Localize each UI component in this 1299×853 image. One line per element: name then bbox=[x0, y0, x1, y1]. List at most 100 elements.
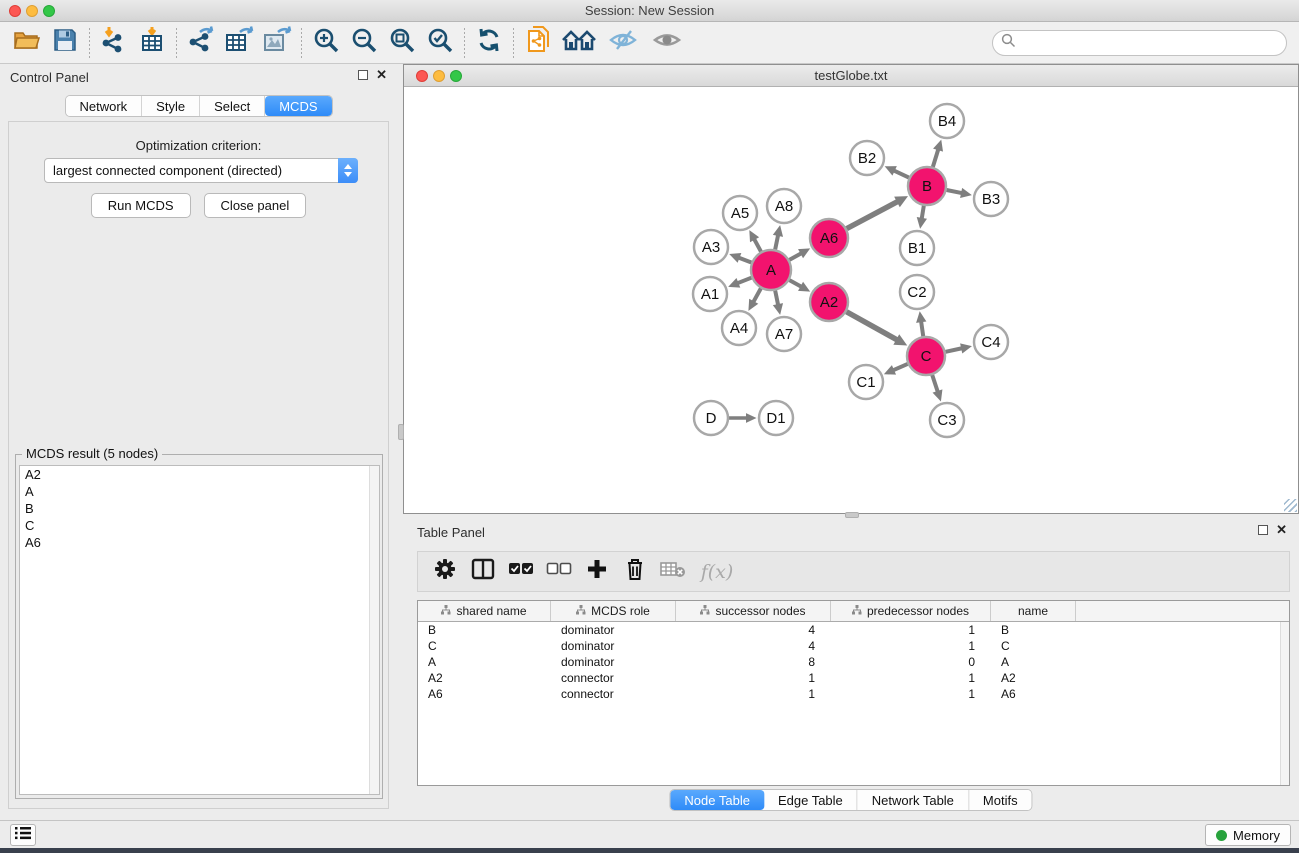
export-network-button[interactable] bbox=[182, 25, 220, 61]
show-column-button[interactable] bbox=[464, 554, 502, 590]
table-row[interactable]: A2connector11A2 bbox=[418, 670, 1289, 686]
mcds-result-list[interactable]: A2ABCA6 bbox=[19, 465, 380, 795]
run-mcds-button[interactable]: Run MCDS bbox=[91, 193, 191, 218]
graph-edge[interactable] bbox=[932, 375, 938, 393]
scrollbar-track[interactable] bbox=[1280, 622, 1289, 785]
optimization-criterion-label: Optimization criterion: bbox=[9, 138, 388, 153]
toolbar-search-box[interactable] bbox=[992, 30, 1287, 56]
hide-selected-button[interactable] bbox=[601, 25, 645, 61]
mcds-result-item[interactable]: A bbox=[20, 483, 379, 500]
graph-edge[interactable] bbox=[789, 253, 802, 260]
table-row[interactable]: A6connector11A6 bbox=[418, 686, 1289, 702]
graph-edge[interactable] bbox=[847, 201, 899, 229]
network-close-button[interactable] bbox=[416, 70, 428, 82]
network-canvas[interactable]: B4B2BB3A5A8A6B1A3AC2A1A2A4A7C4CC1C3DD1 bbox=[404, 87, 1298, 513]
function-builder-button[interactable]: f(x) bbox=[692, 554, 740, 590]
refresh-view-button[interactable] bbox=[470, 25, 508, 61]
import-table-button[interactable] bbox=[133, 25, 171, 61]
network-minimize-button[interactable] bbox=[433, 70, 445, 82]
edge-arrowhead bbox=[933, 389, 943, 401]
memory-button[interactable]: Memory bbox=[1205, 824, 1291, 846]
delete-column-button[interactable] bbox=[616, 554, 654, 590]
mcds-result-item[interactable]: C bbox=[20, 517, 379, 534]
show-panels-button[interactable] bbox=[10, 824, 36, 846]
graph-edge[interactable] bbox=[737, 278, 752, 284]
node-table[interactable]: shared nameMCDS rolesuccessor nodesprede… bbox=[417, 600, 1290, 786]
graph-edge[interactable] bbox=[775, 234, 778, 249]
first-neighbors-button[interactable] bbox=[557, 25, 601, 61]
vertical-splitter-handle[interactable] bbox=[398, 424, 404, 440]
tab-network-table[interactable]: Network Table bbox=[858, 790, 969, 810]
dropdown-stepper-icon bbox=[338, 158, 358, 183]
network-window-titlebar[interactable]: testGlobe.txt bbox=[404, 65, 1298, 87]
graph-edge[interactable] bbox=[738, 257, 752, 262]
column-header-successor-nodes[interactable]: successor nodes bbox=[676, 601, 831, 621]
mcds-result-item[interactable]: A6 bbox=[20, 534, 379, 551]
close-panel-icon[interactable]: ✕ bbox=[376, 70, 387, 80]
tab-motifs[interactable]: Motifs bbox=[969, 790, 1032, 810]
graph-edge[interactable] bbox=[933, 148, 939, 167]
save-session-button[interactable] bbox=[46, 25, 84, 61]
node-label-C2: C2 bbox=[907, 284, 926, 301]
graph-edge[interactable] bbox=[789, 280, 802, 287]
table-cell: 1 bbox=[831, 638, 991, 654]
table-row[interactable]: Cdominator41C bbox=[418, 638, 1289, 654]
minimize-window-button[interactable] bbox=[26, 5, 38, 17]
memory-label: Memory bbox=[1233, 828, 1280, 843]
mcds-result-item[interactable]: B bbox=[20, 500, 379, 517]
import-network-button[interactable] bbox=[95, 25, 133, 61]
table-settings-button[interactable] bbox=[426, 554, 464, 590]
column-header-mcds-role[interactable]: MCDS role bbox=[551, 601, 676, 621]
graph-edge[interactable] bbox=[922, 206, 924, 220]
graph-edge[interactable] bbox=[846, 312, 898, 341]
tab-node-table[interactable]: Node Table bbox=[670, 790, 764, 810]
delete-table-button[interactable] bbox=[654, 554, 692, 590]
tab-style[interactable]: Style bbox=[142, 96, 200, 116]
export-image-button[interactable] bbox=[258, 25, 296, 61]
table-row[interactable]: Adominator80A bbox=[418, 654, 1289, 670]
new-network-from-selection-button[interactable] bbox=[519, 25, 557, 61]
float-panel-icon[interactable] bbox=[358, 70, 368, 80]
deselect-all-rows-button[interactable] bbox=[540, 554, 578, 590]
tab-mcds[interactable]: MCDS bbox=[265, 96, 331, 116]
mcds-result-item[interactable]: A2 bbox=[20, 466, 379, 483]
graph-edge[interactable] bbox=[754, 238, 761, 252]
table-cell: connector bbox=[551, 686, 676, 702]
zoom-window-button[interactable] bbox=[43, 5, 55, 17]
close-panel-button[interactable]: Close panel bbox=[204, 193, 307, 218]
export-table-button[interactable] bbox=[220, 25, 258, 61]
zoom-in-button[interactable] bbox=[307, 25, 345, 61]
table-row[interactable]: Bdominator41B bbox=[418, 622, 1289, 638]
tab-network[interactable]: Network bbox=[65, 96, 142, 116]
edge-arrowhead bbox=[917, 217, 927, 229]
column-header-name[interactable]: name bbox=[991, 601, 1076, 621]
close-window-button[interactable] bbox=[9, 5, 21, 17]
zoom-selected-button[interactable] bbox=[421, 25, 459, 61]
graph-edge[interactable] bbox=[775, 291, 778, 306]
graph-edge[interactable] bbox=[946, 348, 964, 352]
optimization-criterion-dropdown[interactable]: largest connected component (directed) bbox=[44, 158, 358, 183]
column-header-shared-name[interactable]: shared name bbox=[418, 601, 551, 621]
graph-edge[interactable] bbox=[753, 288, 761, 303]
add-column-button[interactable] bbox=[578, 554, 616, 590]
graph-edge[interactable] bbox=[892, 364, 907, 371]
network-graph[interactable]: B4B2BB3A5A8A6B1A3AC2A1A2A4A7C4CC1C3DD1 bbox=[404, 87, 1298, 513]
zoom-fit-button[interactable] bbox=[383, 25, 421, 61]
scrollbar-track[interactable] bbox=[369, 466, 379, 794]
graph-edge[interactable] bbox=[893, 170, 909, 177]
search-input[interactable] bbox=[1020, 33, 1286, 53]
zoom-out-button[interactable] bbox=[345, 25, 383, 61]
float-panel-icon[interactable] bbox=[1258, 525, 1268, 535]
select-all-rows-button[interactable] bbox=[502, 554, 540, 590]
show-all-button[interactable] bbox=[645, 25, 689, 61]
graph-edge[interactable] bbox=[947, 190, 963, 193]
window-resize-grip[interactable] bbox=[1284, 499, 1297, 512]
column-header-predecessor-nodes[interactable]: predecessor nodes bbox=[831, 601, 991, 621]
network-zoom-button[interactable] bbox=[450, 70, 462, 82]
tab-select[interactable]: Select bbox=[200, 96, 265, 116]
open-session-button[interactable] bbox=[8, 25, 46, 61]
table-cell: B bbox=[991, 622, 1076, 638]
tab-edge-table[interactable]: Edge Table bbox=[764, 790, 858, 810]
graph-edge[interactable] bbox=[921, 320, 923, 336]
close-panel-icon[interactable]: ✕ bbox=[1276, 525, 1287, 535]
